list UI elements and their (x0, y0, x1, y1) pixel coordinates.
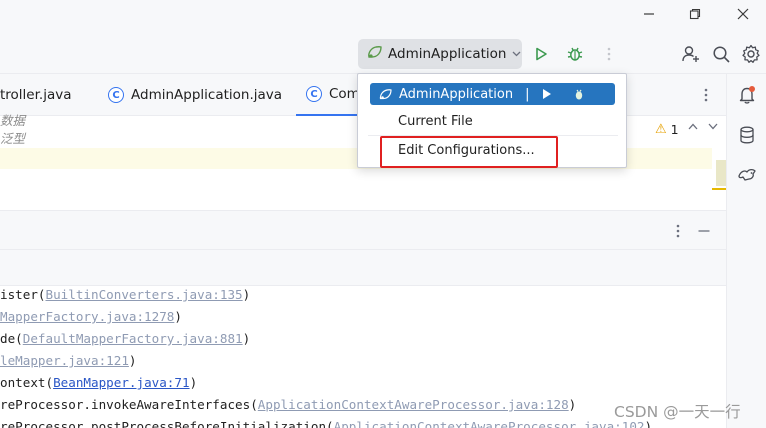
console-line: MapperFactory.java:1278) (0, 309, 182, 324)
tab-admin-application[interactable]: C AdminApplication.java (108, 74, 282, 116)
warning-icon: ⚠ (655, 122, 667, 137)
tab-active-com[interactable]: C Com (296, 74, 366, 116)
run-icon[interactable] (541, 88, 552, 100)
stack-trace-link[interactable]: ApplicationContextAwareProcessor.java:12… (258, 397, 569, 412)
more-vertical-icon[interactable] (696, 84, 716, 106)
code-comment: 数据 (0, 113, 26, 128)
code-comment: 泛型 (0, 131, 26, 146)
current-file-item[interactable]: Current File (398, 114, 473, 129)
ide-window: AdminApplication troller.java C AdminApp… (0, 0, 766, 428)
database-icon[interactable] (736, 124, 758, 146)
more-vertical-icon[interactable] (668, 221, 688, 241)
console-line: ister(BuiltinConverters.java:135) (0, 287, 251, 302)
tab-label: AdminApplication.java (131, 87, 283, 103)
separator: | (525, 86, 530, 102)
notifications-icon[interactable] (736, 84, 758, 106)
chevron-up-icon[interactable] (688, 122, 698, 133)
stack-trace-link[interactable]: leMapper.java:121 (0, 353, 129, 368)
spring-boot-icon (367, 45, 382, 63)
console-line: de(DefaultMapperFactory.java:881) (0, 331, 251, 346)
stack-trace-link[interactable]: BuiltinConverters.java:135 (46, 287, 243, 302)
run-icon[interactable] (529, 42, 553, 66)
chevron-down-icon (512, 49, 521, 60)
scrollbar-marker (712, 188, 726, 190)
inspection-warning-indicator[interactable]: ⚠ 1 (655, 122, 679, 137)
run-config-item-admin-application[interactable]: AdminApplication | (370, 83, 615, 105)
run-configuration-label: AdminApplication (388, 46, 507, 62)
console-line: ontext(BeanMapper.java:71) (0, 375, 198, 390)
class-icon: C (306, 86, 322, 102)
stack-trace-link[interactable]: MapperFactory.java:1278 (0, 309, 174, 324)
console-line: reProcessor.postProcessBeforeInitializat… (0, 418, 652, 428)
minimize-icon[interactable] (631, 0, 667, 28)
run-configuration-selector[interactable]: AdminApplication (358, 39, 522, 69)
spring-boot-icon (379, 88, 392, 100)
class-icon: C (108, 87, 124, 103)
watermark: CSDN @一天一行 (614, 403, 741, 421)
console-line: reProcessor.invokeAwareInterfaces(Applic… (0, 397, 577, 412)
stack-trace-link[interactable]: BeanMapper.java:71 (53, 375, 189, 390)
title-bar (0, 0, 766, 34)
add-user-icon[interactable] (679, 42, 703, 66)
debug-icon[interactable] (573, 88, 585, 101)
gear-icon[interactable] (739, 42, 763, 66)
chevron-down-icon[interactable] (708, 122, 718, 133)
restore-icon[interactable] (677, 0, 713, 28)
main-toolbar: AdminApplication (0, 34, 766, 74)
mybatis-icon[interactable] (736, 164, 758, 186)
tab-label: Com (329, 86, 360, 102)
stack-trace-link[interactable]: ApplicationContextAwareProcessor.java:10… (334, 419, 645, 428)
console-line: leMapper.java:121) (0, 353, 137, 368)
right-tool-strip (726, 74, 766, 428)
minimize-icon[interactable] (694, 221, 714, 241)
tool-window-header (0, 210, 726, 250)
tool-window-subheader (0, 250, 726, 286)
close-icon[interactable] (725, 0, 761, 28)
run-config-item-label: AdminApplication (399, 86, 514, 102)
tab-label: troller.java (0, 87, 72, 103)
debug-icon[interactable] (563, 42, 587, 66)
stack-trace-link[interactable]: DefaultMapperFactory.java:881 (23, 331, 243, 346)
scrollbar-marker (716, 160, 726, 186)
warning-count: 1 (670, 122, 679, 137)
more-vertical-icon[interactable] (597, 42, 621, 66)
annotation-highlight-box (380, 136, 558, 168)
search-icon[interactable] (709, 42, 733, 66)
